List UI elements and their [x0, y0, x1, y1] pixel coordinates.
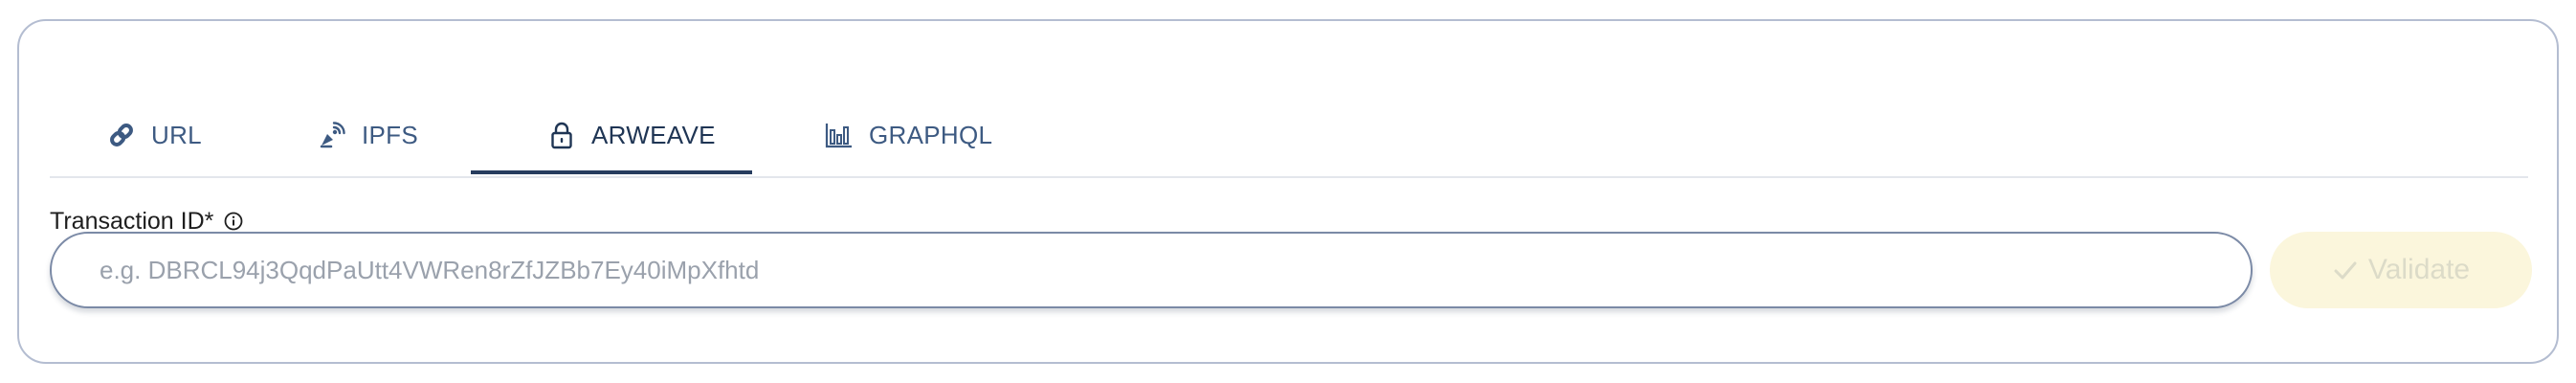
tab-arweave-label: ARWEAVE: [591, 121, 716, 149]
tab-graphql[interactable]: GRAPHQL: [825, 94, 992, 174]
check-icon: [2332, 257, 2359, 283]
bar-chart-icon: [825, 121, 854, 149]
tab-arweave[interactable]: ARWEAVE: [547, 94, 716, 174]
transaction-id-field: [50, 232, 2253, 308]
tab-url-label: URL: [151, 121, 202, 149]
tab-ipfs[interactable]: IPFS: [318, 94, 418, 174]
tab-graphql-label: GRAPHQL: [869, 121, 993, 149]
lock-icon: [547, 121, 576, 149]
source-card: URL IPFS ARWEAVE GRAPHQL Transaction ID*…: [17, 19, 2559, 364]
validate-button[interactable]: Validate: [2270, 232, 2532, 308]
tab-ipfs-label: IPFS: [362, 121, 418, 149]
active-tab-indicator: [471, 170, 752, 174]
transaction-id-input[interactable]: [100, 234, 2205, 306]
tabs-divider: [50, 176, 2528, 178]
validate-button-label: Validate: [2367, 254, 2471, 285]
info-icon[interactable]: [223, 211, 244, 232]
link-icon: [107, 121, 136, 149]
satellite-dish-icon: [318, 121, 346, 149]
tab-url[interactable]: URL: [107, 94, 202, 174]
